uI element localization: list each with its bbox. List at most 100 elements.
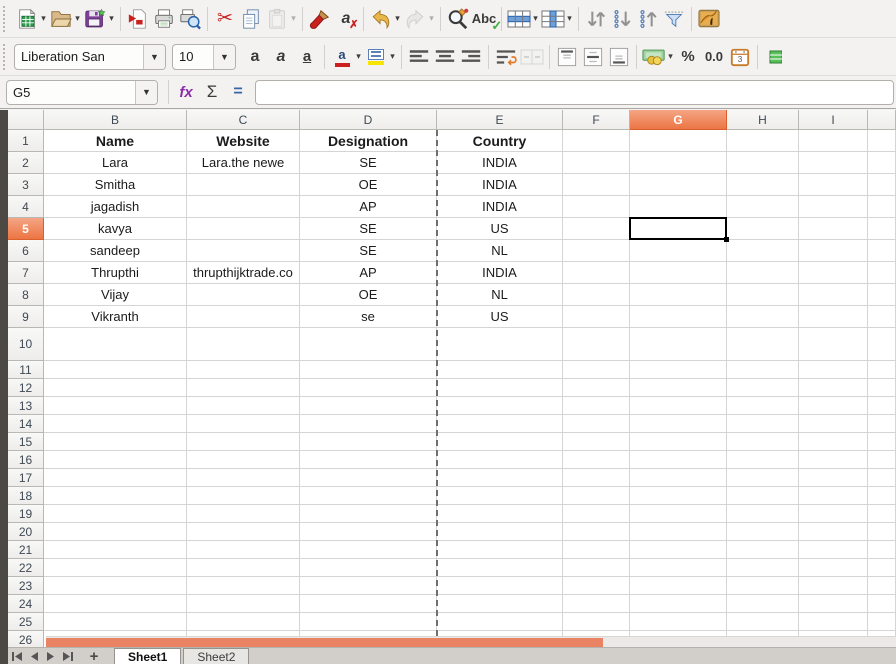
row-header-17[interactable]: 17 [8,469,44,487]
format-as-currency-dropdown-arrow[interactable]: ▾ [666,51,675,62]
column-header-D[interactable]: D [300,110,437,130]
previous-sheet-button[interactable] [25,648,42,664]
function-wizard-button[interactable]: fx [173,79,199,105]
cell-C7[interactable]: thrupthijktrade.co [187,262,299,283]
cell-B6[interactable]: sandeep [44,240,186,261]
align-top-button[interactable] [554,43,580,71]
column-header-E[interactable]: E [437,110,563,130]
cell-D5[interactable]: SE [300,218,436,239]
cell-B5[interactable]: kavya [44,218,186,239]
font-color-dropdown-arrow[interactable]: ▾ [354,51,363,62]
formula-input[interactable] [255,80,894,105]
row-header-13[interactable]: 13 [8,397,44,415]
sheet-tab-sheet1[interactable]: Sheet1 [114,648,181,664]
row-header-7[interactable]: 7 [8,262,44,284]
format-as-date-button[interactable]: 3 [727,43,753,71]
sort-button[interactable] [583,5,609,33]
format-as-percent-button[interactable]: % [675,43,701,71]
row-dropdown-arrow[interactable]: ▾ [531,13,540,24]
row-header-3[interactable]: 3 [8,174,44,196]
cell-D9[interactable]: se [300,306,436,327]
italic-button[interactable]: a [268,43,294,71]
print-button[interactable] [151,5,177,33]
row-header-12[interactable]: 12 [8,379,44,397]
clear-formatting-button[interactable]: a✗ [333,5,359,33]
format-as-number-button[interactable]: 0.0 [701,43,727,71]
cell-D4[interactable]: AP [300,196,436,217]
cell-B1[interactable]: Name [44,130,186,151]
cell-C1[interactable]: Website [187,130,299,151]
row-header-2[interactable]: 2 [8,152,44,174]
sort-descending-button[interactable] [609,5,635,33]
row-header-26[interactable]: 26 [8,631,44,648]
cell-D8[interactable]: OE [300,284,436,305]
row-header-18[interactable]: 18 [8,487,44,505]
row-header-24[interactable]: 24 [8,595,44,613]
align-center-button[interactable] [432,43,458,71]
cell-D6[interactable]: SE [300,240,436,261]
undo-button[interactable] [368,5,394,33]
find-and-replace-button[interactable] [445,5,471,33]
row-header-15[interactable]: 15 [8,433,44,451]
column-header-C[interactable]: C [187,110,300,130]
new-document-button[interactable] [14,5,40,33]
cell-B7[interactable]: Thrupthi [44,262,186,283]
autofilter-button[interactable] [661,5,687,33]
open-dropdown-arrow[interactable]: ▾ [73,13,82,24]
cut-button[interactable]: ✂ [212,5,238,33]
column-header-F[interactable]: F [563,110,630,130]
row-header-22[interactable]: 22 [8,559,44,577]
cell-E9[interactable]: US [437,306,562,327]
underline-button[interactable]: a [294,43,320,71]
bold-button[interactable]: a [242,43,268,71]
sum-button[interactable]: Σ [199,79,225,105]
new-document-dropdown-arrow[interactable]: ▾ [39,13,48,24]
highlighting-color-button[interactable] [363,43,389,71]
cell-E5[interactable]: US [437,218,562,239]
cell-D2[interactable]: SE [300,152,436,173]
horizontal-scrollbar[interactable] [46,636,896,647]
copy-button[interactable] [238,5,264,33]
row-header-1[interactable]: 1 [8,130,44,152]
toolbar-grip[interactable] [3,6,11,32]
name-box[interactable]: G5 ▼ [6,80,158,105]
cell-E8[interactable]: NL [437,284,562,305]
cell-E6[interactable]: NL [437,240,562,261]
chevron-down-icon[interactable]: ▼ [213,45,235,69]
cell-B8[interactable]: Vijay [44,284,186,305]
row-header-16[interactable]: 16 [8,451,44,469]
insert-image-button[interactable] [696,5,722,33]
cell-B3[interactable]: Smitha [44,174,186,195]
cell-E7[interactable]: INDIA [437,262,562,283]
column-header-I[interactable]: I [799,110,868,130]
row-button[interactable] [506,5,532,33]
spelling-button[interactable]: Abc✓ [471,5,497,33]
column-header-G[interactable]: G [630,110,727,130]
column-button[interactable] [540,5,566,33]
print-preview-button[interactable] [177,5,203,33]
cell-E4[interactable]: INDIA [437,196,562,217]
insert-rows-button[interactable] [762,43,788,71]
sheet-tab-sheet2[interactable]: Sheet2 [183,648,249,664]
fill-handle[interactable] [724,237,729,242]
cell-C2[interactable]: Lara.the newe [187,152,299,173]
align-left-button[interactable] [406,43,432,71]
wrap-text-button[interactable] [493,43,519,71]
cell-B9[interactable]: Vikranth [44,306,186,327]
row-header-19[interactable]: 19 [8,505,44,523]
save-button[interactable] [82,5,108,33]
center-vertically-button[interactable] [580,43,606,71]
highlighting-color-dropdown-arrow[interactable]: ▾ [388,51,397,62]
last-sheet-button[interactable] [59,648,76,664]
row-header-25[interactable]: 25 [8,613,44,631]
row-header-6[interactable]: 6 [8,240,44,262]
cell-E3[interactable]: INDIA [437,174,562,195]
undo-dropdown-arrow[interactable]: ▾ [393,13,402,24]
chevron-down-icon[interactable]: ▼ [143,45,165,69]
column-header-B[interactable]: B [44,110,187,130]
row-header-5[interactable]: 5 [8,218,44,240]
row-header-23[interactable]: 23 [8,577,44,595]
export-pdf-button[interactable] [125,5,151,33]
font-color-button[interactable]: a [329,43,355,71]
save-dropdown-arrow[interactable]: ▾ [107,13,116,24]
